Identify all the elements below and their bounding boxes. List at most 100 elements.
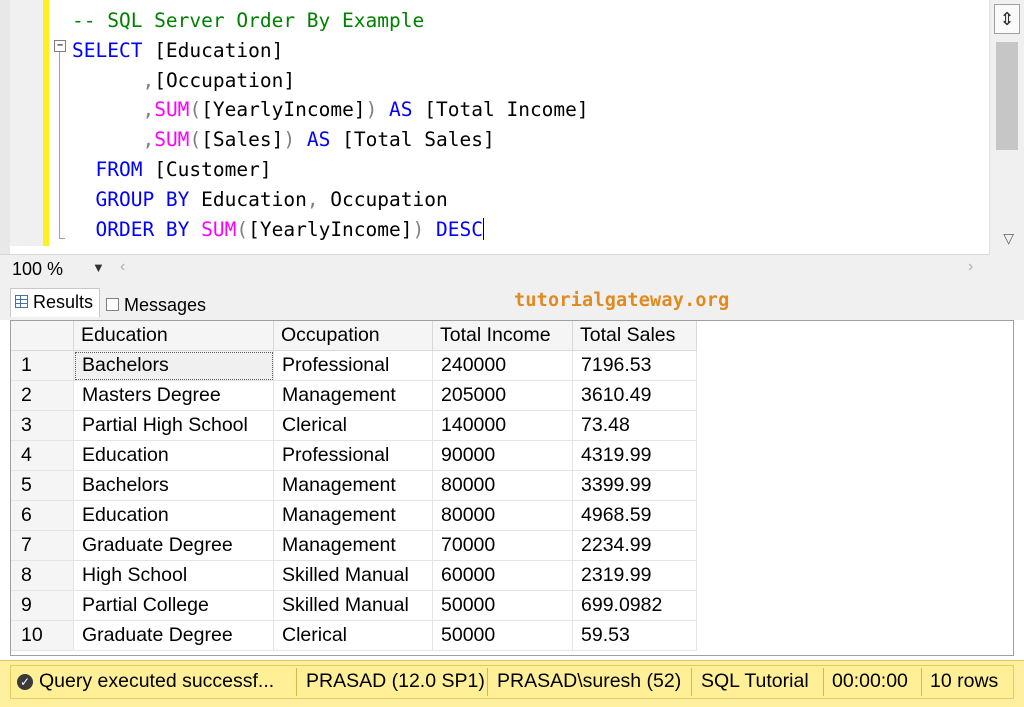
cell-occupation[interactable]: Skilled Manual bbox=[273, 560, 433, 591]
tab-results-label: Results bbox=[33, 292, 94, 312]
cell-occupation[interactable]: Skilled Manual bbox=[273, 590, 433, 621]
cell-occupation[interactable]: Management bbox=[273, 500, 433, 531]
cell-occupation[interactable]: Professional bbox=[273, 350, 433, 381]
zoom-level[interactable]: 100 % bbox=[12, 259, 63, 280]
cell-total-income[interactable]: 140000 bbox=[432, 410, 573, 441]
column-header-occupation[interactable]: Occupation bbox=[273, 321, 433, 351]
cell-total-sales[interactable]: 2319.99 bbox=[572, 560, 697, 591]
row-number[interactable]: 4 bbox=[11, 440, 74, 471]
scroll-thumb[interactable] bbox=[996, 42, 1018, 150]
table-row[interactable]: 1 Bachelors Professional 240000 7196.53 bbox=[11, 350, 697, 381]
code-line-6: FROM [Customer] bbox=[95, 157, 272, 181]
table-row[interactable]: 9 Partial College Skilled Manual 50000 6… bbox=[11, 590, 697, 621]
cell-occupation[interactable]: Management bbox=[273, 470, 433, 501]
cell-occupation[interactable]: Management bbox=[273, 380, 433, 411]
cell-total-income[interactable]: 50000 bbox=[432, 620, 573, 651]
column-header-education[interactable]: Education bbox=[73, 321, 274, 351]
cell-occupation[interactable]: Management bbox=[273, 530, 433, 561]
cell-education[interactable]: Bachelors bbox=[73, 350, 274, 381]
sql-code[interactable]: -- SQL Server Order By Example SELECT [E… bbox=[72, 6, 589, 244]
scroll-left-icon[interactable]: ‹ bbox=[120, 258, 125, 276]
grid-header-row: Education Occupation Total Income Total … bbox=[11, 321, 697, 351]
editor-vertical-scrollbar[interactable]: ⇕ ▽ bbox=[989, 0, 1024, 254]
row-number[interactable]: 9 bbox=[11, 590, 74, 621]
row-number[interactable]: 10 bbox=[11, 620, 74, 651]
column-header-total-income[interactable]: Total Income bbox=[432, 321, 573, 351]
cell-total-sales[interactable]: 4968.59 bbox=[572, 500, 697, 531]
cell-education[interactable]: Partial College bbox=[73, 590, 274, 621]
cell-total-sales[interactable]: 59.53 bbox=[572, 620, 697, 651]
table-row[interactable]: 7 Graduate Degree Management 70000 2234.… bbox=[11, 530, 697, 561]
table-row[interactable]: 4 Education Professional 90000 4319.99 bbox=[11, 440, 697, 471]
status-divider bbox=[823, 668, 824, 696]
row-number[interactable]: 3 bbox=[11, 410, 74, 441]
code-line-3: ,[Occupation] bbox=[142, 68, 296, 92]
cell-education[interactable]: Graduate Degree bbox=[73, 620, 274, 651]
cell-education[interactable]: Masters Degree bbox=[73, 380, 274, 411]
results-tabs: Results Messages bbox=[0, 282, 1024, 320]
cell-occupation[interactable]: Professional bbox=[273, 440, 433, 471]
results-table: Education Occupation Total Income Total … bbox=[11, 321, 697, 651]
row-number[interactable]: 8 bbox=[11, 560, 74, 591]
cell-total-income[interactable]: 205000 bbox=[432, 380, 573, 411]
column-header-total-sales[interactable]: Total Sales bbox=[572, 321, 697, 351]
cell-education[interactable]: Graduate Degree bbox=[73, 530, 274, 561]
code-line-4: ,SUM([YearlyIncome]) AS [Total Income] bbox=[142, 98, 589, 122]
row-number[interactable]: 5 bbox=[11, 470, 74, 501]
scroll-right-icon[interactable]: › bbox=[968, 258, 973, 276]
status-divider bbox=[691, 668, 692, 696]
cell-education[interactable]: Education bbox=[73, 440, 274, 471]
cell-education[interactable]: High School bbox=[73, 560, 274, 591]
cell-total-income[interactable]: 80000 bbox=[432, 500, 573, 531]
table-row[interactable]: 8 High School Skilled Manual 60000 2319.… bbox=[11, 560, 697, 591]
cell-total-income[interactable]: 70000 bbox=[432, 530, 573, 561]
code-line-5: ,SUM([Sales]) AS [Total Sales] bbox=[142, 128, 495, 152]
row-number-header[interactable] bbox=[11, 321, 74, 351]
status-divider bbox=[921, 668, 922, 696]
cell-total-income[interactable]: 50000 bbox=[432, 590, 573, 621]
status-server: PRASAD (12.0 SP1) bbox=[306, 670, 485, 692]
status-elapsed-time: 00:00:00 bbox=[832, 670, 908, 692]
status-bar: ✓ Query executed successf... PRASAD (12.… bbox=[0, 660, 1024, 707]
tab-results[interactable]: Results bbox=[10, 288, 101, 317]
cell-total-income[interactable]: 240000 bbox=[432, 350, 573, 381]
results-grid[interactable]: Education Occupation Total Income Total … bbox=[10, 320, 1014, 656]
row-number[interactable]: 1 bbox=[11, 350, 74, 381]
code-line-1: -- SQL Server Order By Example bbox=[72, 9, 425, 32]
status-divider bbox=[296, 668, 297, 696]
tab-messages[interactable]: Messages bbox=[102, 292, 212, 320]
message-icon bbox=[106, 298, 119, 311]
cell-education[interactable]: Bachelors bbox=[73, 470, 274, 501]
query-success-icon: ✓ bbox=[17, 674, 33, 690]
row-number[interactable]: 6 bbox=[11, 500, 74, 531]
grid-icon bbox=[15, 295, 28, 308]
cell-total-sales[interactable]: 3399.99 bbox=[572, 470, 697, 501]
table-row[interactable]: 10 Graduate Degree Clerical 50000 59.53 bbox=[11, 620, 697, 651]
row-number[interactable]: 7 bbox=[11, 530, 74, 561]
cell-total-income[interactable]: 80000 bbox=[432, 470, 573, 501]
cell-total-sales[interactable]: 7196.53 bbox=[572, 350, 697, 381]
row-number[interactable]: 2 bbox=[11, 380, 74, 411]
cell-occupation[interactable]: Clerical bbox=[273, 410, 433, 441]
table-row[interactable]: 3 Partial High School Clerical 140000 73… bbox=[11, 410, 697, 441]
table-row[interactable]: 2 Masters Degree Management 205000 3610.… bbox=[11, 380, 697, 411]
site-watermark: tutorialgateway.org bbox=[514, 290, 730, 311]
cell-total-sales[interactable]: 4319.99 bbox=[572, 440, 697, 471]
query-editor[interactable]: − -- SQL Server Order By Example SELECT … bbox=[0, 0, 1024, 254]
cell-total-income[interactable]: 90000 bbox=[432, 440, 573, 471]
cell-total-income[interactable]: 60000 bbox=[432, 560, 573, 591]
code-line-2: SELECT [Education] bbox=[72, 38, 284, 62]
cell-total-sales[interactable]: 699.0982 bbox=[572, 590, 697, 621]
table-row[interactable]: 6 Education Management 80000 4968.59 bbox=[11, 500, 697, 531]
cell-occupation[interactable]: Clerical bbox=[273, 620, 433, 651]
collapse-icon[interactable]: − bbox=[54, 40, 66, 52]
cell-total-sales[interactable]: 3610.49 bbox=[572, 380, 697, 411]
cell-education[interactable]: Partial High School bbox=[73, 410, 274, 441]
cell-education[interactable]: Education bbox=[73, 500, 274, 531]
cell-total-sales[interactable]: 2234.99 bbox=[572, 530, 697, 561]
chevron-down-icon[interactable]: ▼ bbox=[92, 260, 105, 275]
scroll-down-icon[interactable]: ▽ bbox=[1003, 230, 1014, 247]
split-editor-icon[interactable]: ⇕ bbox=[994, 4, 1020, 34]
table-row[interactable]: 5 Bachelors Management 80000 3399.99 bbox=[11, 470, 697, 501]
cell-total-sales[interactable]: 73.48 bbox=[572, 410, 697, 441]
